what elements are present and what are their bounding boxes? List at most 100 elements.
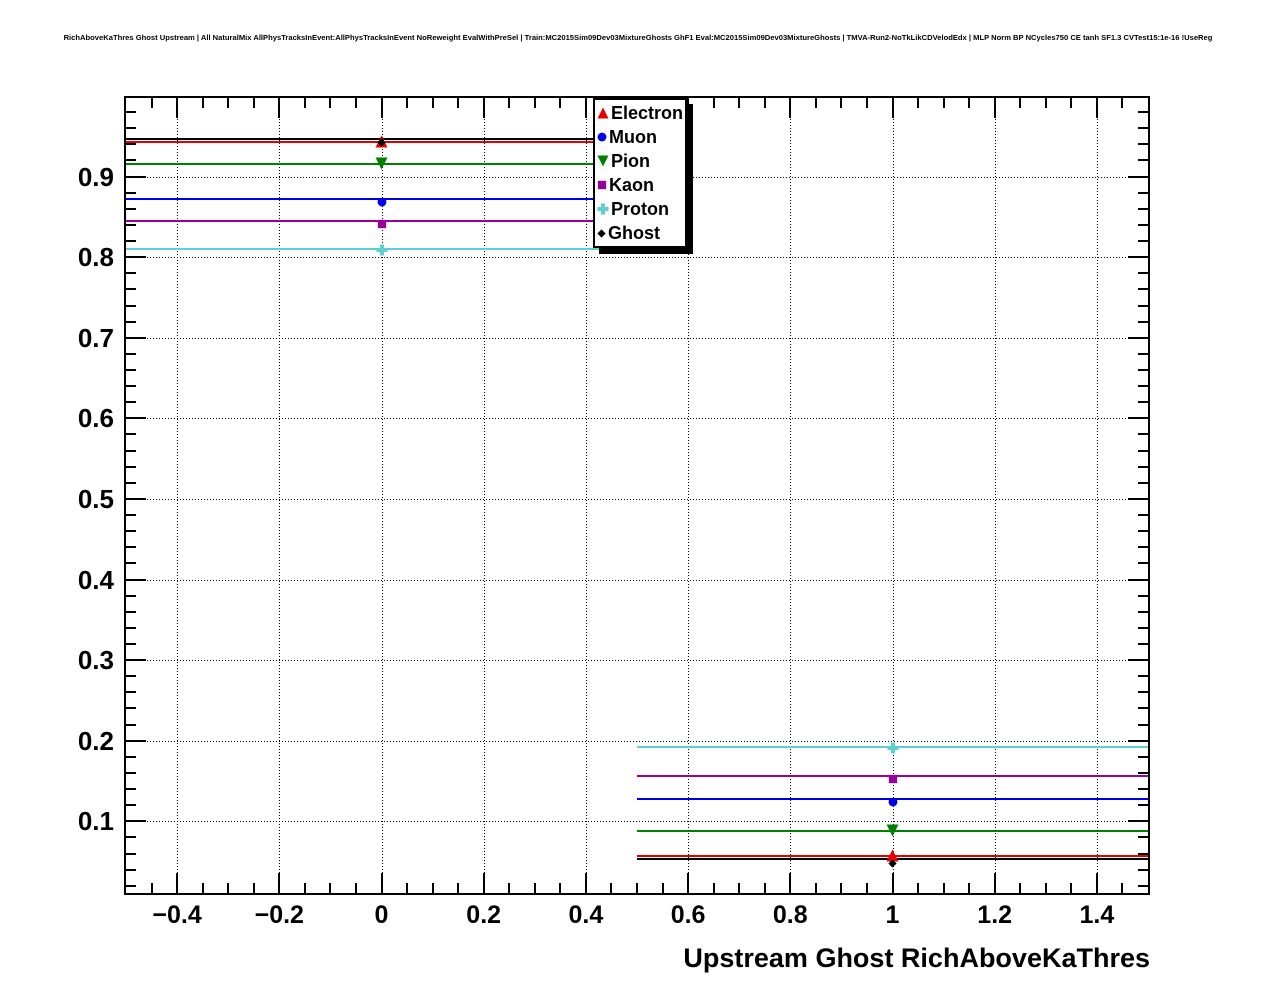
gridline-x xyxy=(995,98,996,893)
x-axis-tick xyxy=(968,883,970,893)
x-axis-tick xyxy=(662,883,664,893)
y-axis-tick xyxy=(126,853,136,855)
x-axis-tick-top xyxy=(329,98,331,108)
x-axis-tick xyxy=(866,883,868,893)
x-axis-tick xyxy=(253,883,255,893)
y-axis-tick-right xyxy=(1138,675,1148,677)
y-axis-tick xyxy=(126,530,136,532)
x-axis-tick-top xyxy=(866,98,868,108)
y-axis-tick xyxy=(126,756,136,758)
y-axis-tick-right xyxy=(1128,498,1148,500)
y-axis-tick-right xyxy=(1138,305,1148,307)
root-canvas: RichAboveKaThres Ghost Upstream | All Na… xyxy=(0,0,1276,996)
x-axis-tick xyxy=(713,883,715,893)
x-axis-tick xyxy=(636,883,638,893)
muon-marker xyxy=(377,194,387,204)
gridline-y xyxy=(126,741,1148,742)
x-axis-tick-top xyxy=(789,98,791,118)
x-axis-tick-top xyxy=(534,98,536,108)
y-axis-tick-right xyxy=(1128,176,1148,178)
x-axis-tick xyxy=(329,883,331,893)
muon-marker xyxy=(888,794,898,804)
y-axis-tick xyxy=(126,788,136,790)
y-axis-tick-right xyxy=(1138,788,1148,790)
y-axis-tick xyxy=(126,482,136,484)
y-axis-tick-right xyxy=(1138,192,1148,194)
y-axis-tick-right xyxy=(1138,724,1148,726)
x-axis-tick xyxy=(202,883,204,893)
y-axis-tick-right xyxy=(1138,611,1148,613)
muon-marker-icon xyxy=(888,797,898,807)
pion-marker-icon xyxy=(886,824,899,837)
ghost-marker-icon xyxy=(377,138,386,147)
x-axis-tick xyxy=(559,883,561,893)
kaon-legend-marker-icon xyxy=(597,180,607,190)
y-tick-label: 0.8 xyxy=(28,242,114,272)
y-axis-tick-right xyxy=(1138,127,1148,129)
x-axis-tick xyxy=(789,873,791,893)
kaon-marker xyxy=(377,216,387,226)
legend-label: Pion xyxy=(611,152,650,170)
x-axis-tick xyxy=(1019,883,1021,893)
gridline-y xyxy=(126,821,1148,822)
kaon-marker-icon xyxy=(888,774,898,784)
gridline-x xyxy=(177,98,178,893)
y-axis-tick-right xyxy=(1128,740,1148,742)
x-axis-tick-top xyxy=(815,98,817,108)
legend-item-pion: Pion xyxy=(595,149,685,173)
x-axis-tick-top xyxy=(687,98,689,118)
x-axis-tick-top xyxy=(483,98,485,118)
legend-item-kaon: Kaon xyxy=(595,173,685,197)
y-axis-tick xyxy=(126,546,136,548)
ghost-marker-icon xyxy=(888,859,897,868)
x-axis-tick-top xyxy=(968,98,970,108)
gridline-y xyxy=(126,418,1148,419)
y-axis-tick-right xyxy=(1138,321,1148,323)
x-axis-tick xyxy=(917,883,919,893)
x-axis-tick xyxy=(483,873,485,893)
y-axis-tick-right xyxy=(1138,707,1148,709)
x-axis-title: Upstream Ghost RichAboveKaThres xyxy=(683,943,1150,974)
y-axis-tick-right xyxy=(1138,433,1148,435)
x-axis-tick xyxy=(432,883,434,893)
legend-item-muon: Muon xyxy=(595,125,685,149)
x-axis-tick-top xyxy=(253,98,255,108)
y-axis-tick-right xyxy=(1128,256,1148,258)
gridline-x xyxy=(1097,98,1098,893)
proton-marker xyxy=(376,243,388,255)
y-axis-tick-right xyxy=(1138,369,1148,371)
y-axis-tick xyxy=(126,450,136,452)
x-axis-tick xyxy=(1096,873,1098,893)
plot-title: RichAboveKaThres Ghost Upstream | All Na… xyxy=(0,33,1276,42)
x-axis-tick xyxy=(687,873,689,893)
x-axis-tick-top xyxy=(713,98,715,108)
y-axis-tick xyxy=(126,595,136,597)
x-axis-tick xyxy=(151,883,153,893)
y-axis-tick-right xyxy=(1138,885,1148,887)
x-axis-tick-top xyxy=(457,98,459,108)
y-axis-tick xyxy=(126,143,136,145)
x-axis-tick xyxy=(534,883,536,893)
legend-label: Ghost xyxy=(608,224,660,242)
proton-marker-icon xyxy=(376,244,388,256)
x-axis-tick-top xyxy=(585,98,587,118)
y-axis-tick xyxy=(126,353,136,355)
y-axis-tick xyxy=(126,369,136,371)
y-axis-tick-right xyxy=(1138,208,1148,210)
x-axis-tick-top xyxy=(994,98,996,118)
pion-legend-marker-glyph xyxy=(597,155,609,167)
pion-marker xyxy=(886,824,899,837)
y-axis-tick-right xyxy=(1138,401,1148,403)
legend-item-electron: Electron xyxy=(595,101,685,125)
proton-legend-marker-icon xyxy=(597,203,609,215)
gridline-x xyxy=(688,98,689,893)
y-axis-tick-right xyxy=(1128,417,1148,419)
legend: ElectronMuonPionKaonProtonGhost xyxy=(593,98,687,248)
x-axis-tick xyxy=(457,883,459,893)
y-axis-tick xyxy=(126,820,146,822)
y-axis-tick xyxy=(126,417,146,419)
x-axis-tick-top xyxy=(381,98,383,118)
y-axis-tick-right xyxy=(1138,466,1148,468)
x-axis-tick xyxy=(227,883,229,893)
y-axis-tick-right xyxy=(1138,159,1148,161)
